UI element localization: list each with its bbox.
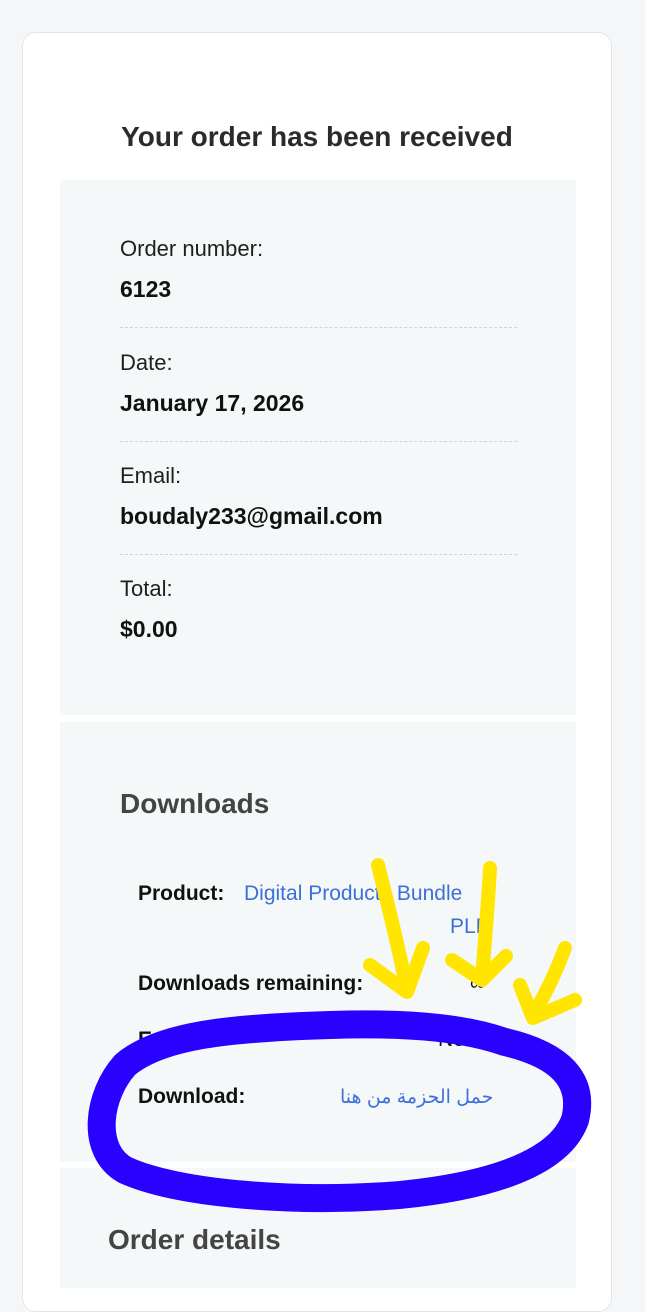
highlight-circle <box>87 1010 592 1212</box>
arrow-icon <box>445 861 513 987</box>
annotation-overlay <box>87 858 592 1212</box>
arrow-icon <box>363 858 430 999</box>
arrow-icon <box>513 941 582 1025</box>
